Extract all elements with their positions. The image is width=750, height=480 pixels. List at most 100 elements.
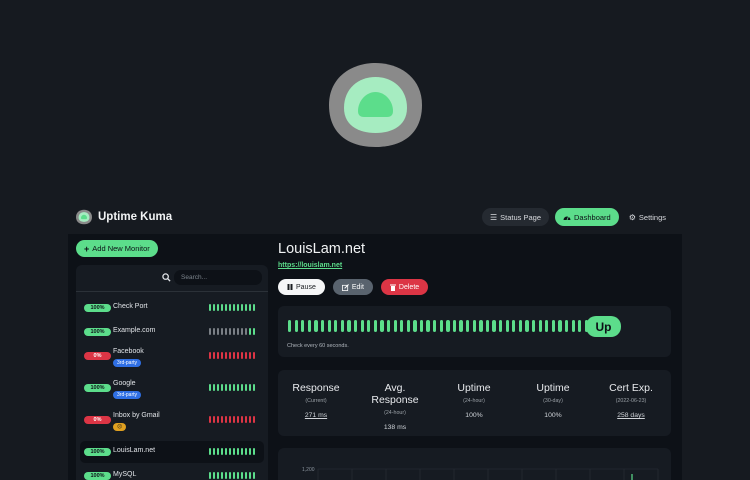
heartbeat-bar — [340, 320, 345, 332]
heartbeat-bar — [232, 448, 236, 455]
delete-button[interactable]: Delete — [380, 279, 429, 295]
heartbeat-bar — [479, 320, 483, 332]
gear-icon: ⚙ — [628, 212, 636, 222]
plus-icon: + — [84, 243, 90, 254]
uptime-badge: 0% — [84, 352, 111, 360]
heartbeat-bar — [244, 352, 248, 359]
monitor-heartbeat-bars — [209, 448, 256, 455]
response-chart — [317, 468, 659, 480]
monitor-name: MySQL — [113, 471, 137, 478]
heartbeat-bar — [212, 472, 216, 479]
monitor-item[interactable]: 0% Facebook 3rd-party — [80, 345, 264, 375]
heartbeat-bar — [212, 352, 216, 359]
status-up-badge: Up — [586, 316, 621, 337]
heartbeat-bar — [307, 320, 312, 332]
heartbeat-bar — [224, 352, 228, 359]
heartbeat-bar — [224, 472, 228, 479]
settings-button[interactable]: ⚙ Settings — [625, 208, 670, 226]
heartbeat-bar — [209, 352, 212, 359]
heartbeat-bar — [459, 320, 463, 332]
heartbeat-bar — [426, 320, 430, 332]
heartbeat-bar — [393, 320, 397, 332]
heartbeat-bar — [209, 448, 212, 455]
heartbeat-bar — [492, 320, 496, 332]
heartbeat-bar — [433, 320, 437, 332]
gauge-icon — [563, 215, 571, 220]
heartbeat-bar — [216, 304, 220, 311]
heartbeat-bar — [320, 320, 325, 332]
uptime-badge: 100% — [84, 304, 111, 312]
heartbeat-bar — [224, 304, 228, 311]
heartbeat-bar — [232, 384, 236, 391]
stat-item: Cert Exp. (2022-06-23) 258 days — [596, 382, 666, 419]
heartbeat-bar — [209, 328, 212, 335]
heartbeat-bar — [525, 320, 529, 332]
heartbeat-bar — [216, 384, 220, 391]
monitor-item[interactable]: 100% LouisLam.net — [80, 441, 264, 463]
top-header: Uptime Kuma ☰ Status Page Dashboard ⚙ Se… — [68, 202, 682, 234]
monitor-heartbeat-bars — [209, 416, 256, 423]
status-page-label: Status Page — [500, 212, 542, 222]
stat-subtitle: (24-hour) — [384, 410, 406, 416]
heartbeat-bar — [386, 320, 391, 332]
stats-card: Response (Current) 271 ms Avg. Response (24-… — [278, 370, 671, 436]
add-new-monitor-button[interactable]: + Add New Monitor — [76, 240, 158, 257]
uptime-badge: 100% — [84, 448, 111, 456]
stat-subtitle: (2022-06-23) — [615, 398, 647, 404]
monitor-tag: 3rd-party — [113, 391, 142, 399]
search-row — [76, 265, 268, 291]
stat-subtitle: (Current) — [305, 398, 327, 404]
monitor-item[interactable]: 100% Google 3rd-party — [80, 377, 264, 407]
brand[interactable]: Uptime Kuma — [76, 209, 172, 225]
heartbeat-bar — [294, 320, 298, 332]
heartbeat-bar — [419, 320, 424, 332]
heartbeat-bar — [216, 416, 220, 423]
heartbeat-bar — [252, 352, 256, 359]
edit-label: Edit — [351, 283, 364, 291]
monitor-name: LouisLam.net — [113, 447, 156, 454]
heartbeat-bar — [551, 320, 556, 332]
settings-label: Settings — [638, 212, 666, 222]
heartbeat-bar — [228, 416, 232, 423]
heartbeat-bar — [236, 472, 240, 479]
chart-y-axis-label: 1,200 — [302, 467, 315, 473]
edit-button[interactable]: Edit — [332, 279, 373, 295]
monitor-item[interactable]: 100% Check Port — [80, 297, 264, 319]
heartbeat-bar — [578, 320, 582, 332]
heartbeat-bar — [252, 304, 256, 311]
status-page-button[interactable]: ☰ Status Page — [481, 208, 550, 226]
search-input[interactable] — [174, 270, 262, 285]
monitor-heartbeat-bars — [209, 472, 256, 479]
monitor-tag: 3rd-party — [113, 359, 142, 367]
heartbeat-bar — [228, 448, 232, 455]
heartbeat-bar — [472, 320, 476, 332]
heartbeat-bar — [232, 472, 236, 479]
stat-value[interactable]: 271 ms — [281, 412, 351, 419]
heartbeat-bar — [224, 328, 228, 335]
heartbeat-bar — [248, 352, 252, 359]
heartbeat-bar — [236, 352, 240, 359]
dashboard-button[interactable]: Dashboard — [555, 208, 619, 226]
heartbeat-bar — [236, 416, 240, 423]
heartbeat-bar — [545, 320, 549, 332]
heartbeat-bar — [244, 384, 248, 391]
monitor-url-link[interactable]: https://louislam.net — [278, 262, 342, 269]
stat-item: Response (Current) 271 ms — [281, 382, 351, 419]
pause-button[interactable]: Pause — [278, 279, 325, 295]
stat-value[interactable]: 258 days — [596, 412, 666, 419]
monitor-item[interactable]: 100% MySQL — [80, 465, 264, 480]
heartbeat-bar — [240, 328, 244, 335]
heartbeat-bar — [212, 304, 216, 311]
heartbeat-bar — [216, 352, 220, 359]
heartbeat-bar — [220, 448, 224, 455]
heartbeat-bar — [512, 320, 516, 332]
check-interval-note: Check every 60 seconds. — [287, 343, 349, 349]
monitor-item[interactable]: 0% Inbox by Gmail ☹ — [80, 409, 264, 439]
monitor-item[interactable]: 100% Example.com — [80, 321, 264, 343]
heartbeat-bar — [564, 320, 569, 332]
heartbeat-bar — [209, 416, 212, 423]
heartbeat-bar — [252, 328, 256, 335]
heartbeat-bar — [353, 320, 358, 332]
heartbeat-bar — [248, 448, 252, 455]
monitor-heartbeat-bars — [209, 328, 256, 335]
